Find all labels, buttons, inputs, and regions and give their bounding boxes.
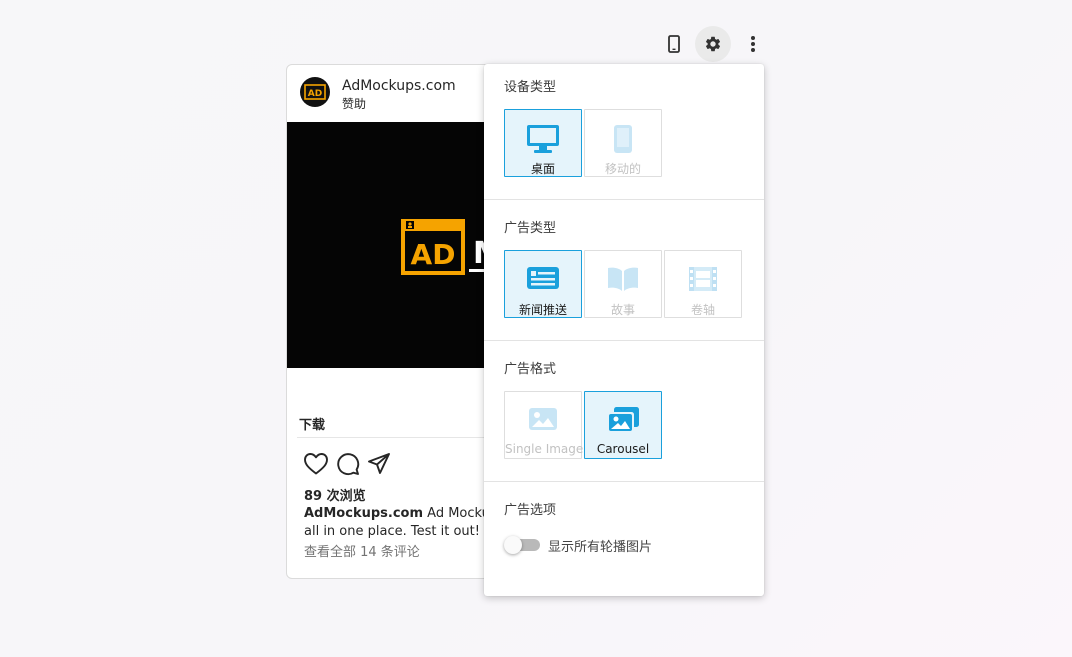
admockups-logo-icon: AD — [304, 84, 326, 100]
ad-type-option-story[interactable]: 故事 — [584, 250, 662, 318]
ad-format-option-carousel[interactable]: Carousel — [584, 391, 662, 459]
heart-icon[interactable] — [303, 452, 329, 476]
ad-settings-panel: 设备类型 桌面 移动的 广告类型 新闻推送 故事 卷轴 广告格式 Single … — [484, 64, 764, 596]
ad-format-title: 广告格式 — [504, 362, 557, 377]
view-count: 89 次浏览 — [304, 489, 366, 504]
svg-text:AD: AD — [308, 89, 322, 99]
device-option-mobile[interactable]: 移动的 — [584, 109, 662, 177]
single-image-icon — [529, 408, 557, 430]
device-preview-button[interactable] — [656, 26, 692, 62]
ad-type-option-newsfeed[interactable]: 新闻推送 — [504, 250, 582, 318]
view-comments-link[interactable]: 查看全部 14 条评论 — [304, 541, 420, 560]
desktop-icon — [527, 125, 559, 153]
sponsored-label: 赞助 — [342, 97, 367, 111]
comment-icon[interactable] — [336, 452, 360, 476]
ad-format-option-single-image[interactable]: Single Image — [504, 391, 583, 459]
settings-button[interactable] — [695, 26, 731, 62]
newsfeed-icon — [527, 267, 559, 289]
carousel-icon — [607, 407, 639, 433]
mobile-icon — [614, 125, 632, 153]
ad-options-title: 广告选项 — [504, 503, 557, 518]
media-logo-text: AD — [411, 238, 456, 271]
device-type-title: 设备类型 — [504, 80, 557, 95]
reels-icon — [689, 267, 717, 291]
section-divider — [484, 481, 764, 482]
caption-text-line2: all in one place. Test it out! — [304, 524, 480, 539]
section-divider — [484, 199, 764, 200]
avatar[interactable]: AD — [300, 77, 330, 107]
gear-icon — [705, 36, 721, 52]
device-option-desktop[interactable]: 桌面 — [504, 109, 582, 177]
show-all-carousel-label: 显示所有轮播图片 — [548, 540, 653, 555]
toggle-knob — [504, 536, 522, 554]
cta-download-button[interactable]: 下载 — [299, 414, 325, 433]
section-divider — [484, 340, 764, 341]
ad-type-title: 广告类型 — [504, 221, 557, 236]
share-icon[interactable] — [367, 452, 391, 476]
ad-type-option-reels[interactable]: 卷轴 — [664, 250, 742, 318]
caption-account[interactable]: AdMockups.com — [304, 506, 423, 521]
show-all-carousel-toggle[interactable] — [504, 536, 540, 554]
more-options-button[interactable] — [735, 26, 771, 62]
account-name[interactable]: AdMockups.com — [342, 78, 456, 94]
more-vert-icon — [751, 36, 755, 52]
story-icon — [608, 267, 638, 291]
phone-icon — [668, 35, 680, 53]
